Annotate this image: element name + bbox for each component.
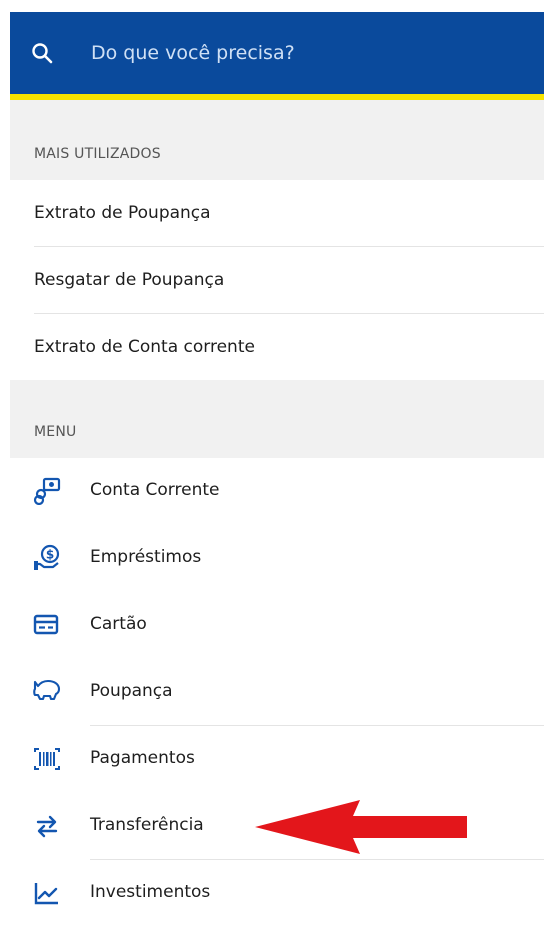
list-item-extrato-poupanca[interactable]: Extrato de Poupança [10, 180, 544, 246]
menu-item-label: Poupança [90, 681, 173, 701]
investments-icon [34, 883, 58, 905]
transfer-icon [36, 815, 58, 838]
menu-item-label: Empréstimos [90, 547, 202, 567]
status-strip [0, 0, 544, 12]
menu-item-pagamentos[interactable]: Pagamentos [10, 726, 544, 792]
menu-item-label: Investimentos [90, 882, 211, 902]
list-item-label: Extrato de Conta corrente [34, 337, 255, 357]
menu-item-investimentos[interactable]: Investimentos [10, 860, 544, 926]
current-account-icon [33, 477, 61, 505]
menu-item-label: Pagamentos [90, 748, 195, 768]
list-item-extrato-conta-corrente[interactable]: Extrato de Conta corrente [10, 314, 544, 380]
card-icon [33, 614, 59, 635]
annotation-arrow-icon [255, 800, 467, 854]
loan-icon: $ [34, 544, 60, 570]
list-item-label: Resgatar de Poupança [34, 270, 225, 290]
menu-item-emprestimos[interactable]: $ Empréstimos [10, 525, 544, 591]
section-header-most-used: MAIS UTILIZADOS [10, 100, 544, 180]
section-title: MENU [34, 424, 77, 440]
section-header-menu: MENU [10, 380, 544, 458]
barcode-icon [34, 748, 60, 770]
menu-item-label: Cartão [90, 614, 147, 634]
menu-item-label: Conta Corrente [90, 480, 220, 500]
menu-item-label: Transferência [90, 815, 204, 835]
section-title: MAIS UTILIZADOS [34, 146, 161, 162]
menu-item-conta-corrente[interactable]: Conta Corrente [10, 458, 544, 524]
list-item-label: Extrato de Poupança [34, 203, 211, 223]
search-icon[interactable] [30, 41, 54, 65]
menu-item-cartao[interactable]: Cartão [10, 592, 544, 658]
svg-text:$: $ [46, 548, 54, 562]
list-item-resgatar-poupanca[interactable]: Resgatar de Poupança [10, 247, 544, 313]
piggy-bank-icon [33, 679, 61, 701]
search-input[interactable]: Do que você precisa? [91, 42, 295, 64]
search-bar[interactable]: Do que você precisa? [10, 12, 544, 94]
menu-item-poupanca[interactable]: Poupança [10, 659, 544, 725]
